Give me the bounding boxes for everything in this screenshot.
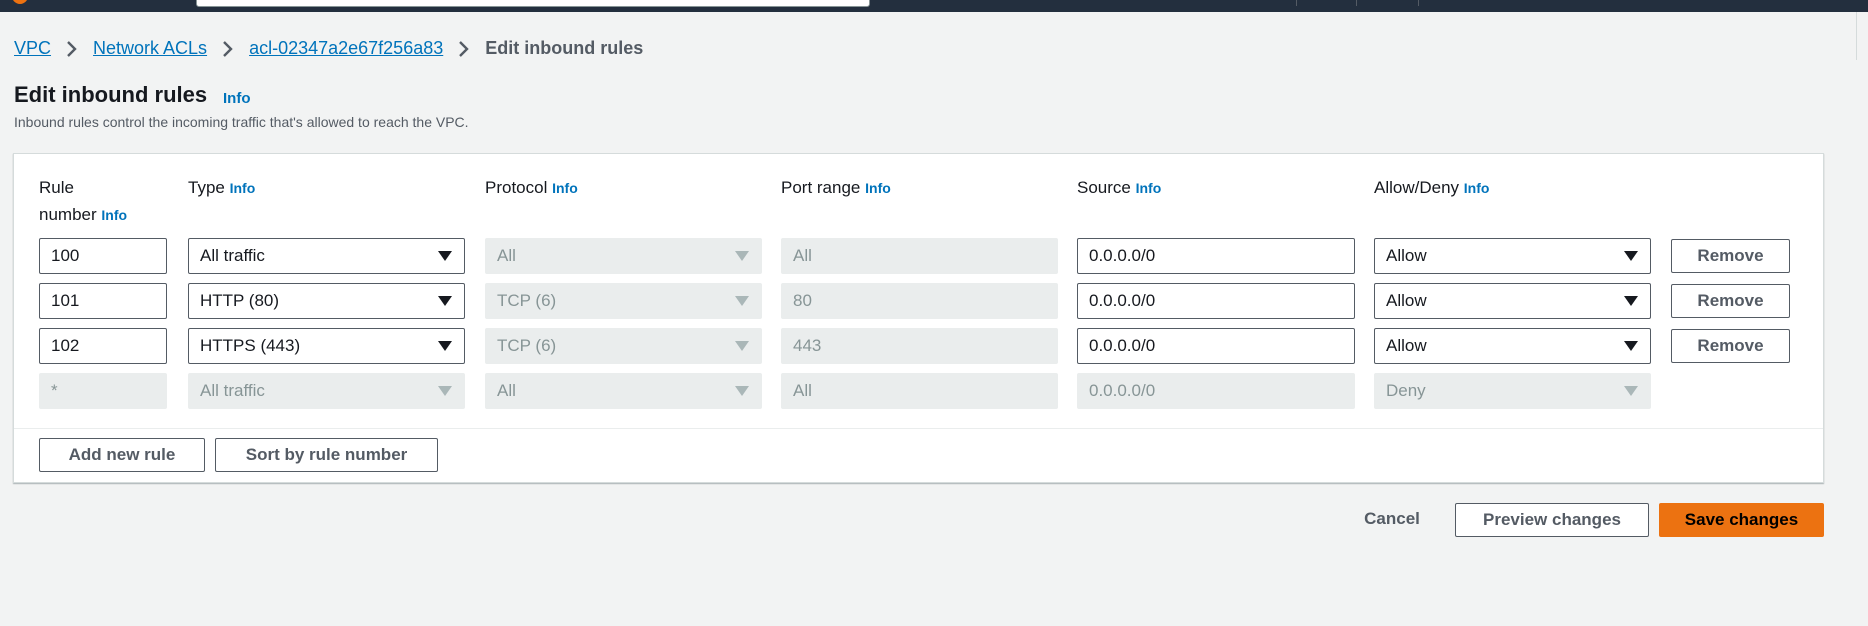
breadcrumb: VPC Network ACLs acl-02347a2e67f256a83 E…	[14, 36, 643, 60]
source-info-link[interactable]: Info	[1136, 180, 1162, 196]
caret-down-icon	[735, 251, 749, 261]
allow-deny-select[interactable]: Allow	[1374, 328, 1651, 364]
protocol-select: All	[485, 238, 762, 274]
chevron-right-icon	[443, 38, 485, 59]
protocol-info-link[interactable]: Info	[552, 180, 578, 196]
remove-rule-button[interactable]: Remove	[1671, 284, 1790, 318]
column-header-label: number	[39, 205, 97, 224]
type-select-value: HTTPS (443)	[200, 336, 301, 355]
caret-down-icon	[438, 251, 452, 261]
protocol-select-value: TCP (6)	[497, 336, 557, 355]
rule-number-input[interactable]: 101	[39, 283, 167, 319]
default-source: 0.0.0.0/0	[1077, 373, 1355, 409]
preview-changes-button[interactable]: Preview changes	[1455, 503, 1649, 537]
column-header-label: Allow/Deny	[1374, 178, 1460, 197]
rule-number-input[interactable]: 100	[39, 238, 167, 274]
column-header-source: Source Info	[1077, 174, 1161, 202]
inbound-rules-panel: Rule number Info Type Info Protocol Info…	[13, 153, 1824, 483]
caret-down-icon	[735, 341, 749, 351]
caret-down-icon	[438, 296, 452, 306]
allow-deny-info-link[interactable]: Info	[1464, 180, 1490, 196]
default-allow-deny-select: Deny	[1374, 373, 1651, 409]
breadcrumb-acl-id[interactable]: acl-02347a2e67f256a83	[249, 38, 443, 59]
port-range-info-link[interactable]: Info	[865, 180, 891, 196]
page-title-info-link[interactable]: Info	[223, 90, 251, 107]
protocol-select-value: All	[497, 246, 516, 265]
allow-deny-select-value: Allow	[1386, 246, 1427, 265]
default-protocol-value: All	[497, 381, 516, 400]
column-header-label: Protocol	[485, 178, 548, 197]
save-changes-button[interactable]: Save changes	[1659, 503, 1824, 537]
default-protocol-select: All	[485, 373, 762, 409]
allow-deny-select[interactable]: Allow	[1374, 238, 1651, 274]
caret-down-icon	[438, 386, 452, 396]
column-header-port-range: Port range Info	[781, 174, 891, 202]
column-header-label: Type	[188, 178, 225, 197]
protocol-select: TCP (6)	[485, 283, 762, 319]
port-range-input: 80	[781, 283, 1058, 319]
aws-logo-icon[interactable]	[12, 0, 28, 4]
nav-separator	[1418, 0, 1419, 6]
caret-down-icon	[735, 296, 749, 306]
cancel-button[interactable]: Cancel	[1352, 503, 1432, 537]
breadcrumb-current: Edit inbound rules	[485, 37, 644, 58]
default-type-select: All traffic	[188, 373, 465, 409]
type-select[interactable]: All traffic	[188, 238, 465, 274]
caret-down-icon	[438, 341, 452, 351]
column-header-rule-number: Rule number Info	[39, 174, 127, 229]
panel-divider	[14, 428, 1823, 429]
nav-separator	[1296, 0, 1297, 6]
protocol-select: TCP (6)	[485, 328, 762, 364]
type-select-value: HTTP (80)	[200, 291, 280, 310]
top-navigation-bar	[0, 0, 1868, 12]
chevron-right-icon	[51, 38, 93, 59]
add-new-rule-button[interactable]: Add new rule	[39, 438, 205, 472]
allow-deny-select-value: Allow	[1386, 291, 1427, 310]
allow-deny-select[interactable]: Allow	[1374, 283, 1651, 319]
column-header-protocol: Protocol Info	[485, 174, 578, 202]
breadcrumb-network-acls[interactable]: Network ACLs	[93, 38, 207, 59]
column-header-label: Port range	[781, 178, 861, 197]
chevron-right-icon	[207, 38, 249, 59]
caret-down-icon	[735, 386, 749, 396]
caret-down-icon	[1624, 251, 1638, 261]
source-input[interactable]: 0.0.0.0/0	[1077, 283, 1355, 319]
default-rule-number: *	[39, 373, 167, 409]
page-description: Inbound rules control the incoming traff…	[14, 114, 469, 130]
caret-down-icon	[1624, 386, 1638, 396]
breadcrumb-vpc[interactable]: VPC	[14, 38, 51, 59]
port-range-input: 443	[781, 328, 1058, 364]
sort-by-rule-number-button[interactable]: Sort by rule number	[215, 438, 438, 472]
protocol-select-value: TCP (6)	[497, 291, 557, 310]
default-allow-deny-value: Deny	[1386, 381, 1426, 400]
type-select[interactable]: HTTPS (443)	[188, 328, 465, 364]
column-header-label: Rule	[39, 178, 74, 197]
default-port-range: All	[781, 373, 1058, 409]
column-header-type: Type Info	[188, 174, 255, 202]
column-header-label: Source	[1077, 178, 1131, 197]
type-select[interactable]: HTTP (80)	[188, 283, 465, 319]
source-input[interactable]: 0.0.0.0/0	[1077, 328, 1355, 364]
source-input[interactable]: 0.0.0.0/0	[1077, 238, 1355, 274]
type-info-link[interactable]: Info	[230, 180, 256, 196]
remove-rule-button[interactable]: Remove	[1671, 329, 1790, 363]
caret-down-icon	[1624, 341, 1638, 351]
default-type-value: All traffic	[200, 381, 265, 400]
side-panel-edge	[1856, 12, 1857, 60]
caret-down-icon	[1624, 296, 1638, 306]
rule-number-info-link[interactable]: Info	[101, 207, 127, 223]
search-input[interactable]	[196, 0, 870, 7]
allow-deny-select-value: Allow	[1386, 336, 1427, 355]
rule-number-input[interactable]: 102	[39, 328, 167, 364]
remove-rule-button[interactable]: Remove	[1671, 239, 1790, 273]
type-select-value: All traffic	[200, 246, 265, 265]
column-header-allow-deny: Allow/Deny Info	[1374, 174, 1489, 202]
port-range-input: All	[781, 238, 1058, 274]
nav-separator	[1356, 0, 1357, 6]
page-title: Edit inbound rules	[14, 82, 208, 107]
